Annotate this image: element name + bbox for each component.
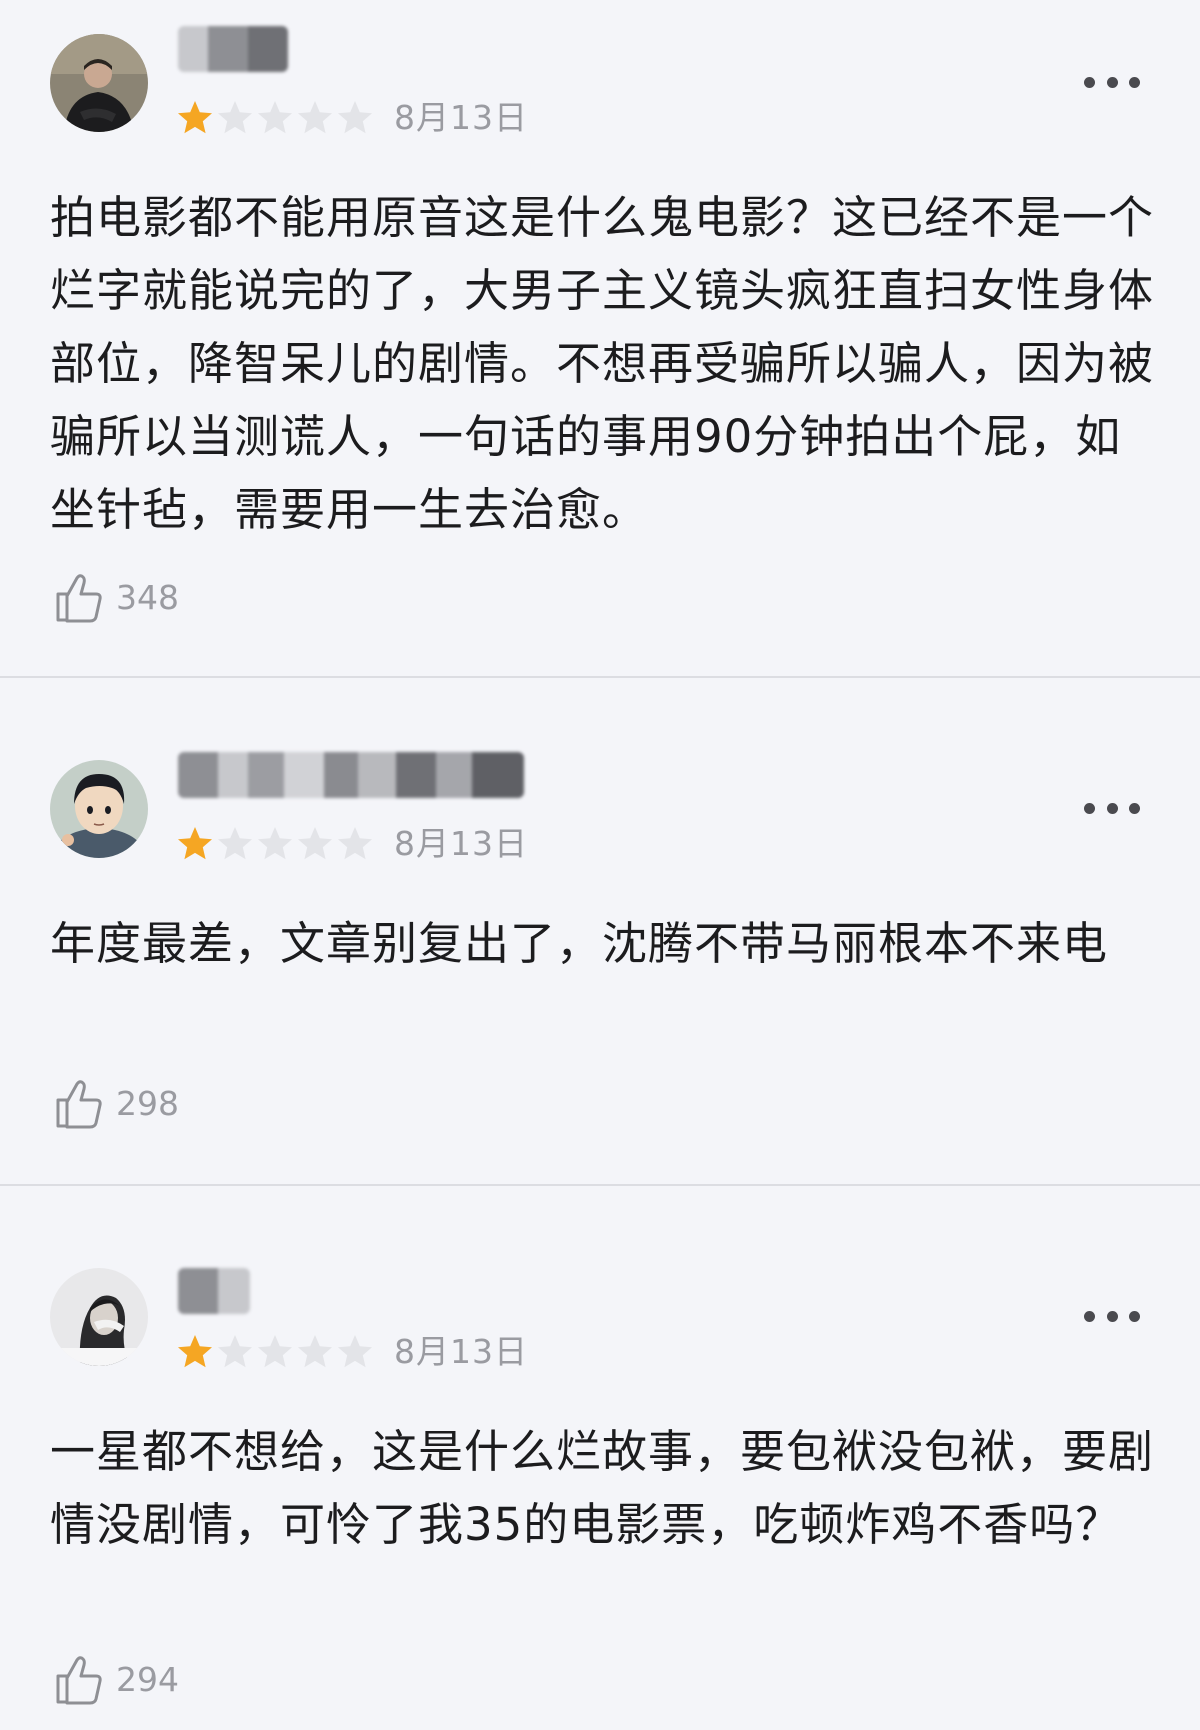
avatar-image-woman	[50, 1268, 148, 1366]
like-count: 294	[116, 1660, 179, 1699]
username[interactable]	[178, 1268, 250, 1314]
star-icon	[218, 827, 252, 860]
avatar[interactable]	[50, 1268, 148, 1366]
like-button[interactable]: 294	[52, 1652, 179, 1708]
star-icon	[338, 827, 372, 860]
more-options-button[interactable]	[1084, 798, 1140, 818]
star-icon	[258, 101, 292, 134]
star-icon	[258, 1335, 292, 1368]
thumbs-up-icon	[56, 574, 102, 623]
star-icon	[298, 101, 332, 134]
review-date: 8月13日	[394, 1332, 528, 1371]
star-icon	[218, 101, 252, 134]
username[interactable]	[178, 752, 524, 798]
review-text: 拍电影都不能用原音这是什么鬼电影？这已经不是一个烂字就能说完的了，大男子主义镜头…	[50, 191, 1155, 536]
more-options-button[interactable]	[1084, 72, 1140, 92]
more-dots-icon	[1084, 802, 1095, 814]
more-dots-icon	[1084, 1310, 1095, 1322]
star-icon	[178, 1335, 212, 1368]
review-card: 8月13日 拍电影都不能用原音这是什么鬼电影？这已经不是一个烂字就能说完的了，大…	[0, 0, 1200, 676]
thumbs-up-icon	[56, 1080, 102, 1129]
star-icon	[298, 827, 332, 860]
review-date: 8月13日	[394, 98, 528, 137]
star-icon	[218, 1335, 252, 1368]
star-icon	[298, 1335, 332, 1368]
avatar-image-cartoon-boy	[50, 760, 148, 858]
avatar[interactable]	[50, 760, 148, 858]
avatar-image-man	[50, 34, 148, 132]
review-text: 一星都不想给，这是什么烂故事，要包袱没包袱，要剧情没剧情，可怜了我35的电影票，…	[50, 1425, 1155, 1551]
star-icon	[338, 101, 372, 134]
like-count: 348	[116, 578, 179, 617]
username[interactable]	[178, 26, 288, 72]
star-icon	[178, 101, 212, 134]
like-count: 298	[116, 1084, 179, 1123]
review-card: 8月13日 年度最差，文章别复出了，沈腾不带马丽根本不来电 298	[0, 678, 1200, 1184]
thumbs-up-icon	[56, 1656, 102, 1705]
star-icon	[258, 827, 292, 860]
like-button[interactable]: 298	[52, 1076, 179, 1132]
review-date: 8月13日	[394, 824, 528, 863]
avatar[interactable]	[50, 34, 148, 132]
like-button[interactable]: 348	[52, 570, 179, 626]
review-text: 年度最差，文章别复出了，沈腾不带马丽根本不来电	[50, 917, 1109, 970]
review-card: 8月13日 一星都不想给，这是什么烂故事，要包袱没包袱，要剧情没剧情，可怜了我3…	[0, 1186, 1200, 1730]
star-rating	[176, 99, 374, 137]
star-rating	[176, 1333, 374, 1371]
more-options-button[interactable]	[1084, 1306, 1140, 1326]
star-rating	[176, 825, 374, 863]
more-dots-icon	[1084, 76, 1095, 88]
star-icon	[338, 1335, 372, 1368]
star-icon	[178, 827, 212, 860]
